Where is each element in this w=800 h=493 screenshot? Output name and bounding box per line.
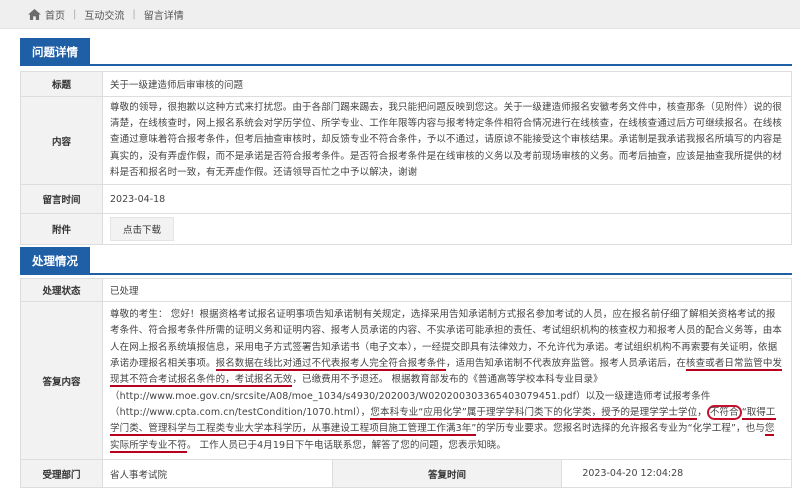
question-section-header: 问题详情 bbox=[20, 38, 792, 66]
home-icon[interactable] bbox=[28, 8, 41, 20]
table-row: 标题 关于一级建造师后审审核的问题 bbox=[20, 71, 792, 97]
title-label: 标题 bbox=[20, 71, 103, 97]
dept-label: 受理部门 bbox=[20, 459, 103, 488]
time-label: 留言时间 bbox=[20, 184, 103, 214]
handling-section-header: 处理情况 bbox=[20, 247, 792, 275]
underline-mark: 您本科专业“应用化学”属于理学学科门类下的化学类，授予的是理学学士学位 bbox=[370, 406, 698, 420]
breadcrumb-home[interactable]: 首页 bbox=[45, 7, 65, 22]
handling-table: 处理状态 已处理 答复内容 尊敬的考生： 您好！根据资格考试报名证明事项告知承诺… bbox=[20, 278, 792, 488]
question-title: 关于一级建造师后审审核的问题 bbox=[102, 71, 792, 97]
question-table: 标题 关于一级建造师后审审核的问题 内容 尊敬的领导，很抱歉以这种方式来打扰您。… bbox=[20, 71, 792, 245]
attachment-label: 附件 bbox=[20, 213, 103, 245]
breadcrumb-separator: | bbox=[73, 8, 77, 20]
handling-dept: 省人事考试院 bbox=[102, 459, 333, 488]
breadcrumb: 首页 | 互动交流 | 留言详情 bbox=[0, 0, 800, 29]
content-label: 内容 bbox=[20, 96, 103, 185]
status-label: 处理状态 bbox=[20, 278, 103, 302]
table-row: 答复内容 尊敬的考生： 您好！根据资格考试报名证明事项告知承诺制有关规定，选择采… bbox=[20, 301, 792, 460]
download-button[interactable]: 点击下载 bbox=[110, 217, 175, 241]
circle-mark: 不符合 bbox=[706, 404, 742, 420]
reply-time-label: 答复时间 bbox=[331, 459, 563, 488]
question-time: 2023-04-18 bbox=[102, 184, 792, 214]
breadcrumb-interaction[interactable]: 互动交流 bbox=[84, 7, 124, 22]
table-row: 内容 尊敬的领导，很抱歉以这种方式来打扰您。由于各部门踢来踢去，我只能把问题反映… bbox=[20, 96, 792, 185]
question-section-title: 问题详情 bbox=[20, 38, 90, 66]
breadcrumb-separator: | bbox=[132, 8, 136, 20]
underline-mark: 报名数据在线比对通过不代表报考人完全符合报考条件 bbox=[215, 358, 447, 372]
handling-section-title: 处理情况 bbox=[20, 247, 90, 275]
table-row: 附件 点击下载 bbox=[20, 213, 792, 245]
question-content: 尊敬的领导，很抱歉以这种方式来打扰您。由于各部门踢来踢去，我只能把问题反映到您这… bbox=[110, 101, 783, 178]
reply-label: 答复内容 bbox=[20, 301, 103, 460]
table-row: 留言时间 2023-04-18 bbox=[20, 184, 792, 214]
handling-reply-time: 2023-04-20 12:04:28 bbox=[561, 459, 792, 488]
table-row: 处理状态 已处理 bbox=[20, 278, 792, 302]
handling-status: 已处理 bbox=[102, 278, 792, 302]
breadcrumb-current: 留言详情 bbox=[143, 10, 184, 22]
reply-content: 尊敬的考生： 您好！根据资格考试报名证明事项告知承诺制有关规定，选择采用告知承诺… bbox=[110, 309, 783, 453]
table-row: 受理部门 省人事考试院 答复时间 2023-04-20 12:04:28 bbox=[20, 459, 792, 488]
